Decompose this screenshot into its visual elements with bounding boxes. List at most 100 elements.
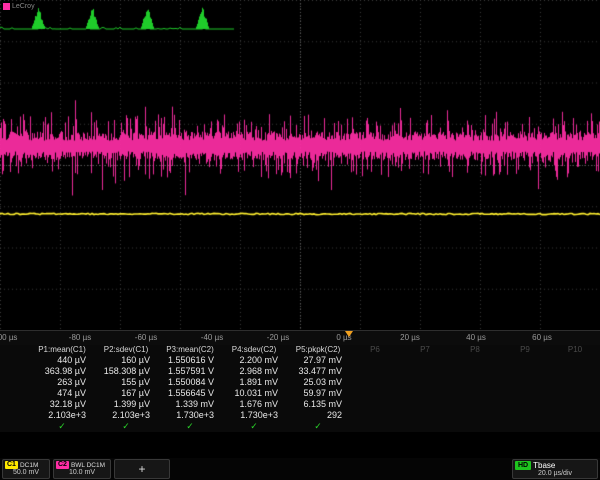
measurement-value: 6.135 mV <box>286 399 350 410</box>
descriptor-bar: C1 DC1M 50.0 mV C2 BWL DC1M 10.0 mV + HD… <box>0 458 600 480</box>
oscilloscope-ui: LeCroy -100 µs-80 µs-60 µs-40 µs-20 µs0 … <box>0 0 600 480</box>
timebase-axis: -100 µs-80 µs-60 µs-40 µs-20 µs0 µs20 µs… <box>0 330 600 345</box>
measurement-value: 2.103e+3 <box>94 410 158 421</box>
measurement-value <box>550 366 600 377</box>
measurement-value <box>450 410 500 421</box>
measurement-value: 1.676 mV <box>222 399 286 410</box>
status-check-icon <box>550 421 600 432</box>
measurement-value <box>500 366 550 377</box>
param-header-p2[interactable]: P2:sdev(C1) <box>94 344 158 355</box>
channel-c2-descriptor[interactable]: C2 BWL DC1M 10.0 mV <box>53 459 111 479</box>
c2-channel-chip: C2 <box>56 461 69 469</box>
measurement-value <box>450 377 500 388</box>
measurement-value <box>350 355 400 366</box>
axis-label: -20 µs <box>267 333 289 342</box>
measurement-value <box>400 355 450 366</box>
measurement-value <box>450 355 500 366</box>
measurement-value: 1.557591 V <box>158 366 222 377</box>
measurement-value: 25.03 mV <box>286 377 350 388</box>
hd-mode-badge: HD <box>515 461 531 470</box>
status-check-icon: ✓ <box>30 421 94 432</box>
axis-label: -100 µs <box>0 333 17 342</box>
param-header-p1[interactable]: P1:mean(C1) <box>30 344 94 355</box>
measurement-grid: P1:mean(C1)P2:sdev(C1)P3:mean(C2)P4:sdev… <box>0 344 600 432</box>
measurement-value <box>350 410 400 421</box>
axis-label: 60 µs <box>532 333 552 342</box>
measurement-value: 263 µV <box>30 377 94 388</box>
measurement-value: 2.103e+3 <box>30 410 94 421</box>
axis-label: 40 µs <box>466 333 486 342</box>
param-header-p6[interactable]: P6 <box>350 344 400 355</box>
axis-label: -80 µs <box>69 333 91 342</box>
measurement-value <box>550 410 600 421</box>
measurement-value: 167 µV <box>94 388 158 399</box>
measurement-value <box>400 366 450 377</box>
measurement-value: 2.968 mV <box>222 366 286 377</box>
measurement-value: 1.891 mV <box>222 377 286 388</box>
c1-coupling-label: DC1M <box>20 462 38 469</box>
status-check-icon: ✓ <box>94 421 158 432</box>
status-check-icon <box>500 421 550 432</box>
param-header-p8[interactable]: P8 <box>450 344 500 355</box>
measurement-value <box>550 388 600 399</box>
axis-label: -60 µs <box>135 333 157 342</box>
brand-logo: LeCroy <box>3 3 35 10</box>
add-trace-button[interactable]: + <box>114 459 170 479</box>
timebase-descriptor[interactable]: HD Tbase 20.0 µs/div <box>512 459 598 479</box>
measurement-value <box>500 355 550 366</box>
waveform-display[interactable] <box>0 0 600 330</box>
measurement-value: 155 µV <box>94 377 158 388</box>
param-header-p7[interactable]: P7 <box>400 344 450 355</box>
measurement-value: 440 µV <box>30 355 94 366</box>
status-check-icon <box>450 421 500 432</box>
measurement-value <box>550 377 600 388</box>
param-header-p4[interactable]: P4:sdev(C2) <box>222 344 286 355</box>
measurement-value: 1.556645 V <box>158 388 222 399</box>
status-check-icon <box>400 421 450 432</box>
measurement-value <box>550 399 600 410</box>
measurement-value: 1.399 µV <box>94 399 158 410</box>
param-header-p5[interactable]: P5:pkpk(C2) <box>286 344 350 355</box>
measurement-value <box>350 399 400 410</box>
measurement-value <box>350 377 400 388</box>
status-check-icon <box>350 421 400 432</box>
param-header-p9[interactable]: P9 <box>500 344 550 355</box>
measurement-value <box>500 377 550 388</box>
measurement-value <box>400 377 450 388</box>
measurement-value <box>500 399 550 410</box>
measurement-value: 2.200 mV <box>222 355 286 366</box>
measurement-value: 1.550616 V <box>158 355 222 366</box>
measurement-value: 59.97 mV <box>286 388 350 399</box>
measurement-value: 1.550084 V <box>158 377 222 388</box>
param-header-p3[interactable]: P3:mean(C2) <box>158 344 222 355</box>
status-check-icon: ✓ <box>158 421 222 432</box>
measurement-value <box>450 399 500 410</box>
measurement-value <box>500 410 550 421</box>
measurement-value: 1.730e+3 <box>158 410 222 421</box>
measurement-value: 27.97 mV <box>286 355 350 366</box>
measurement-value: 10.031 mV <box>222 388 286 399</box>
measurement-value <box>450 388 500 399</box>
measurement-value <box>350 388 400 399</box>
c1-channel-chip: C1 <box>5 461 18 469</box>
measurement-value: 33.477 mV <box>286 366 350 377</box>
measurement-value <box>400 399 450 410</box>
status-check-icon: ✓ <box>222 421 286 432</box>
measurement-value: 292 <box>286 410 350 421</box>
measurement-value: 363.98 µV <box>30 366 94 377</box>
axis-label: 20 µs <box>400 333 420 342</box>
c2-coupling-label: BWL DC1M <box>71 462 105 469</box>
measurement-value: 1.730e+3 <box>222 410 286 421</box>
tbase-label: Tbase <box>533 461 555 470</box>
param-header-p10[interactable]: P10 <box>550 344 600 355</box>
channel-c1-descriptor[interactable]: C1 DC1M 50.0 mV <box>2 459 50 479</box>
measurement-value <box>550 355 600 366</box>
measurement-value <box>400 410 450 421</box>
measurement-value <box>500 388 550 399</box>
status-check-icon: ✓ <box>286 421 350 432</box>
tbase-scale-value: 20.0 µs/div <box>515 470 595 478</box>
c2-scale-value: 10.0 mV <box>56 469 108 477</box>
c1-scale-value: 50.0 mV <box>5 469 47 477</box>
trigger-time-marker-icon[interactable] <box>345 331 353 337</box>
brand-logo-text: LeCroy <box>12 3 35 10</box>
